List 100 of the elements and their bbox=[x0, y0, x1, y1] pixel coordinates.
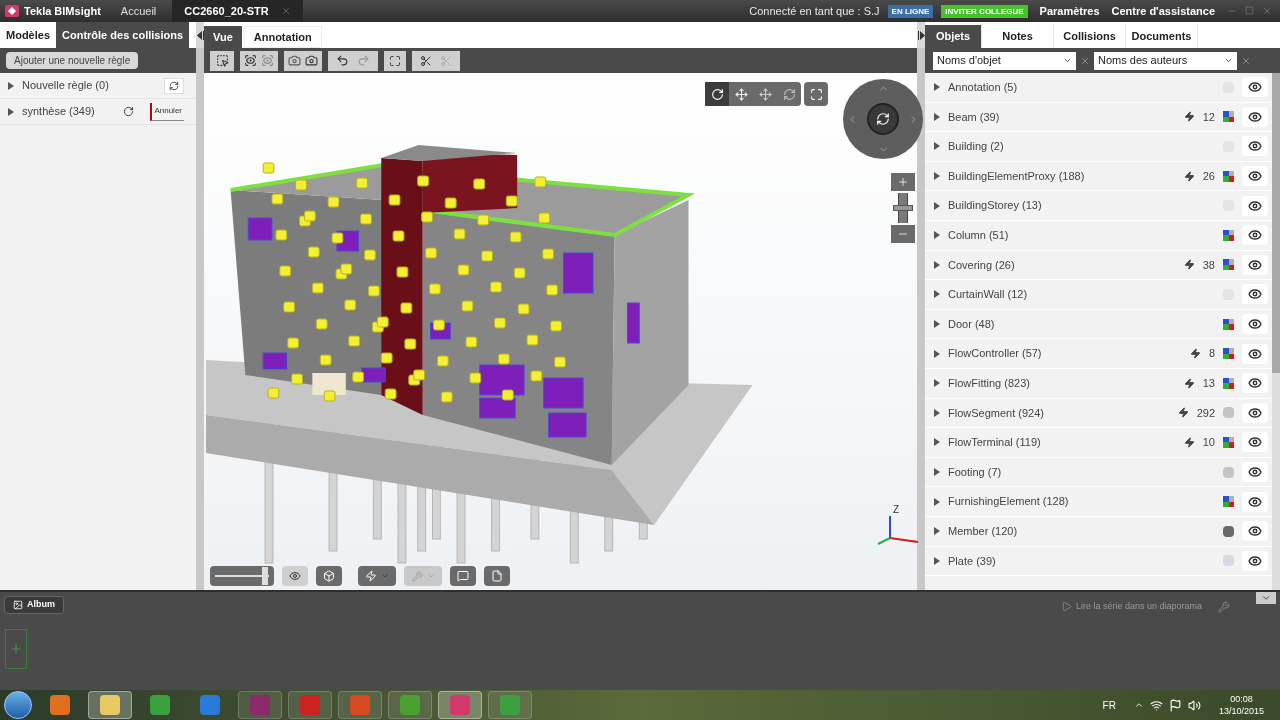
rule-row[interactable]: Nouvelle règle (0) bbox=[0, 73, 196, 99]
fullscreen-button[interactable] bbox=[804, 82, 828, 106]
scissors-icon[interactable] bbox=[420, 54, 432, 67]
header-link[interactable]: Centre d'assistance bbox=[1111, 2, 1215, 20]
visibility-toggle[interactable] bbox=[1242, 136, 1268, 157]
visibility-toggle[interactable] bbox=[1242, 462, 1268, 482]
eye-icon[interactable] bbox=[1248, 553, 1262, 568]
expand-arrow-icon[interactable] bbox=[934, 349, 940, 358]
visibility-toggle[interactable] bbox=[1242, 254, 1268, 275]
refresh-button[interactable] bbox=[164, 77, 184, 94]
album-button[interactable]: Album bbox=[4, 596, 64, 614]
clear-icon[interactable] bbox=[1080, 55, 1090, 66]
eye-icon[interactable] bbox=[1248, 317, 1262, 332]
visibility-toggle[interactable] bbox=[1242, 106, 1268, 127]
cancel-button[interactable]: Annuler bbox=[150, 102, 184, 121]
eye-icon[interactable] bbox=[1248, 524, 1262, 539]
eye-icon[interactable] bbox=[1248, 257, 1262, 272]
speaker-icon[interactable] bbox=[1187, 698, 1201, 712]
color-swatch[interactable] bbox=[1223, 259, 1234, 271]
rotate-hub[interactable] bbox=[867, 103, 899, 135]
visibility-toggle[interactable] bbox=[1242, 432, 1268, 453]
orbit-icon[interactable] bbox=[782, 87, 796, 101]
camera-icon[interactable] bbox=[288, 54, 301, 67]
expand-arrow-icon[interactable] bbox=[934, 556, 940, 565]
eye-icon[interactable] bbox=[1248, 80, 1262, 95]
visibility-toggle[interactable] bbox=[1242, 195, 1268, 216]
object-row[interactable]: Plate (39) bbox=[925, 546, 1272, 577]
collapse-left-icon[interactable] bbox=[196, 30, 204, 40]
document-tab[interactable]: CC2660_20-STR bbox=[172, 0, 303, 22]
visibility-button[interactable] bbox=[282, 566, 308, 586]
expand-arrow-icon[interactable] bbox=[934, 290, 940, 299]
color-swatch[interactable] bbox=[1223, 318, 1234, 330]
color-swatch[interactable] bbox=[1223, 348, 1234, 360]
panel-tab[interactable]: Objets bbox=[925, 25, 982, 48]
frame-corners-icon[interactable] bbox=[389, 54, 401, 67]
expand-arrow-icon[interactable] bbox=[934, 260, 940, 269]
expand-arrow-icon[interactable] bbox=[934, 172, 940, 181]
expand-arrow-icon[interactable] bbox=[934, 527, 940, 536]
expand-arrow-icon[interactable] bbox=[934, 468, 940, 476]
object-row[interactable]: Covering (26) 38 bbox=[925, 250, 1272, 281]
object-row[interactable]: FlowSegment (924) 292 bbox=[925, 398, 1272, 429]
eye-icon[interactable] bbox=[1248, 494, 1262, 509]
tray-expand-icon[interactable] bbox=[1133, 700, 1144, 710]
panel-tab[interactable]: Contrôle des collisions bbox=[56, 22, 190, 48]
object-row[interactable]: BuildingStorey (13) bbox=[925, 191, 1272, 221]
zoom-slider[interactable] bbox=[893, 193, 913, 223]
eye-icon[interactable] bbox=[1248, 169, 1262, 184]
object-row[interactable]: Footing (7) bbox=[925, 457, 1272, 488]
box-button[interactable] bbox=[316, 566, 342, 586]
comment-button[interactable] bbox=[450, 566, 476, 586]
expand-arrow-icon[interactable] bbox=[934, 497, 940, 506]
view-tab[interactable]: Vue bbox=[204, 26, 242, 48]
eye-frame-icon[interactable] bbox=[244, 54, 257, 67]
undo-icon[interactable] bbox=[336, 54, 349, 67]
object-row[interactable]: Building (2) bbox=[925, 132, 1272, 162]
object-row[interactable]: FlowTerminal (119) 10 bbox=[925, 428, 1272, 458]
object-row[interactable]: FlowFitting (823) 13 bbox=[925, 368, 1272, 399]
eye-icon[interactable] bbox=[1248, 139, 1262, 154]
color-swatch[interactable] bbox=[1223, 525, 1234, 537]
expand-arrow-icon[interactable] bbox=[934, 438, 940, 447]
taskbar-app-button[interactable] bbox=[88, 691, 132, 719]
transparency-slider[interactable] bbox=[210, 566, 274, 586]
start-button[interactable] bbox=[4, 691, 32, 719]
pan-icon[interactable] bbox=[734, 87, 748, 101]
object-row[interactable]: FlowController (57) 8 bbox=[925, 339, 1272, 369]
expand-arrow-icon[interactable] bbox=[934, 112, 940, 121]
eye-icon[interactable] bbox=[1248, 287, 1262, 302]
expand-arrow-icon[interactable] bbox=[934, 142, 940, 151]
header-link[interactable]: Paramètres bbox=[1039, 2, 1100, 20]
visibility-toggle[interactable] bbox=[1242, 373, 1268, 394]
plus-icon[interactable] bbox=[897, 176, 909, 188]
page-icon[interactable] bbox=[491, 570, 503, 582]
rule-row[interactable]: synthèse (349) Annuler bbox=[0, 99, 196, 125]
color-swatch[interactable] bbox=[1223, 407, 1234, 419]
color-swatch[interactable] bbox=[1223, 436, 1234, 448]
eye-icon[interactable] bbox=[1248, 435, 1262, 450]
eye-icon[interactable] bbox=[1248, 228, 1262, 243]
color-swatch[interactable] bbox=[1223, 496, 1234, 508]
caret-icon[interactable] bbox=[1224, 56, 1233, 65]
expand-arrow-icon[interactable] bbox=[934, 408, 940, 417]
collapse-right-icon[interactable] bbox=[917, 30, 925, 40]
move-icon[interactable] bbox=[758, 87, 772, 101]
eye-icon[interactable] bbox=[1248, 376, 1262, 391]
expand-arrow-icon[interactable] bbox=[934, 83, 940, 92]
image-icon[interactable] bbox=[13, 600, 23, 610]
rotate-icon[interactable] bbox=[876, 112, 890, 126]
visibility-toggle[interactable] bbox=[1242, 402, 1268, 423]
object-row[interactable]: Member (120) bbox=[925, 516, 1272, 547]
object-row[interactable]: BuildingElementProxy (188) 26 bbox=[925, 161, 1272, 192]
filter-dropdown[interactable]: Noms d'objet bbox=[933, 51, 1076, 70]
app-icon[interactable] bbox=[50, 695, 70, 715]
object-row[interactable]: Column (51) bbox=[925, 220, 1272, 251]
visibility-toggle[interactable] bbox=[1242, 491, 1268, 512]
color-swatch[interactable] bbox=[1223, 111, 1234, 123]
filter-dropdown[interactable]: Noms des auteurs bbox=[1094, 51, 1237, 70]
expand-arrow-icon[interactable] bbox=[8, 107, 14, 116]
select-area-button[interactable] bbox=[210, 50, 234, 71]
expand-arrow-icon[interactable] bbox=[934, 201, 940, 210]
fit-view-button[interactable] bbox=[384, 50, 406, 71]
eye-icon[interactable] bbox=[1248, 198, 1262, 213]
